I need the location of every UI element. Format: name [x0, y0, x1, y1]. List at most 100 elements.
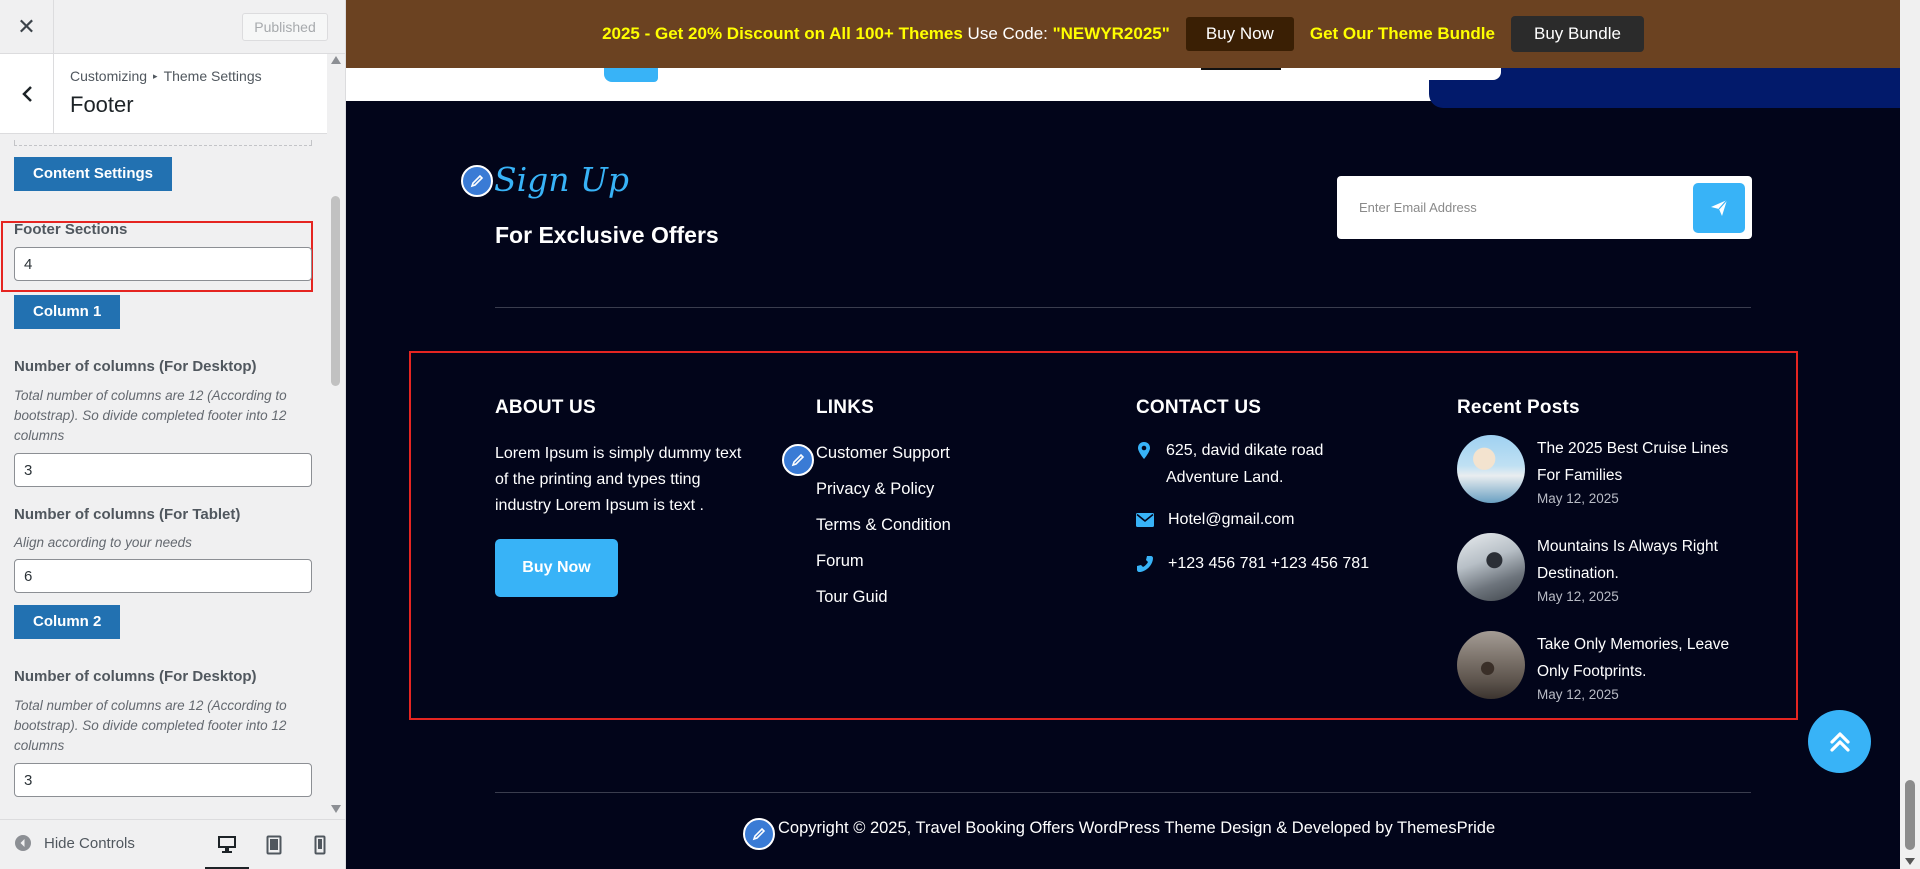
post-date: May 12, 2025: [1537, 589, 1619, 604]
post-thumbnail[interactable]: [1457, 631, 1525, 699]
desktop-columns-description: Total number of columns are 12 (Accordin…: [14, 388, 287, 443]
scrollbar-thumb[interactable]: [331, 196, 340, 386]
hide-controls-label: Hide Controls: [44, 834, 135, 852]
breadcrumb: Customizing ▸ Theme Settings: [70, 68, 262, 84]
email-input[interactable]: [1347, 186, 1687, 229]
post-title[interactable]: The 2025 Best Cruise Lines For Families: [1537, 435, 1752, 489]
post-date: May 12, 2025: [1537, 687, 1619, 702]
customizer-sidebar: ✕ Published Customizing ▸ Theme Settings F…: [0, 0, 346, 869]
promo-bar: 2025 - Get 20% Discount on All 100+ Them…: [346, 0, 1900, 68]
phone-icon: [1137, 556, 1153, 572]
scroll-up-arrow-icon[interactable]: [331, 56, 341, 64]
contact-phone[interactable]: +123 456 781 +123 456 781: [1168, 550, 1369, 577]
tablet-columns-label: Number of columns (For Tablet): [14, 506, 241, 523]
customizer-footer: Hide Controls: [0, 819, 345, 869]
close-icon[interactable]: ✕: [0, 0, 54, 53]
about-title: ABOUT US: [495, 397, 596, 418]
content-settings-button[interactable]: Content Settings: [14, 157, 172, 191]
column-2-desktop-label: Number of columns (For Desktop): [14, 668, 257, 685]
post-date: May 12, 2025: [1537, 491, 1619, 506]
copyright-text: Copyright © 2025, Travel Booking Offers …: [778, 819, 1496, 837]
footer-link[interactable]: Terms & Condition: [816, 507, 951, 543]
newsletter-form: [1337, 176, 1752, 239]
scroll-down-arrow-icon[interactable]: [331, 805, 341, 813]
scroll-down-arrow-icon[interactable]: [1905, 858, 1915, 865]
footer-sections-label: Footer Sections: [14, 221, 128, 238]
footer-link[interactable]: Privacy & Policy: [816, 471, 951, 507]
column-1-tablet-input[interactable]: [14, 559, 312, 593]
contact-address: 625, david dikate road Adventure Land.: [1166, 442, 1324, 486]
post-thumbnail[interactable]: [1457, 533, 1525, 601]
back-arrow-icon[interactable]: [0, 54, 54, 134]
promo-use-code-text: Use Code:: [962, 24, 1053, 43]
edit-pencil-icon[interactable]: [782, 444, 814, 476]
divider: [14, 140, 312, 146]
footer-link[interactable]: Customer Support: [816, 435, 951, 471]
signup-subtitle: For Exclusive Offers: [495, 222, 719, 248]
tablet-preview-icon[interactable]: [252, 820, 296, 869]
section-header: Customizing ▸ Theme Settings Footer: [0, 54, 327, 134]
post-title[interactable]: Mountains Is Always Right Destination.: [1537, 533, 1752, 587]
column-2-button[interactable]: Column 2: [14, 605, 121, 639]
footer-link[interactable]: Forum: [816, 543, 951, 579]
scrollbar-thumb[interactable]: [1905, 780, 1915, 850]
column-1-button[interactable]: Column 1: [14, 295, 121, 329]
footer-links-column: LINKS Customer Support Privacy & Policy …: [816, 397, 951, 615]
tablet-columns-description: Align according to your needs: [14, 535, 192, 550]
preview-scrollbar[interactable]: [1900, 0, 1920, 869]
breadcrumb-separator-icon: ▸: [153, 71, 158, 81]
section-title: Footer: [70, 92, 134, 117]
signup-title: Sign Up: [494, 160, 629, 199]
column-2-desktop-input[interactable]: [14, 763, 312, 797]
column-1-desktop-input[interactable]: [14, 453, 312, 487]
post-title[interactable]: Take Only Memories, Leave Only Footprint…: [1537, 631, 1752, 685]
mobile-preview-icon[interactable]: [298, 820, 342, 869]
contact-title: CONTACT US: [1136, 397, 1262, 418]
promo-code: "NEWYR2025": [1052, 24, 1170, 43]
contact-phone-row: +123 456 781 +123 456 781: [1136, 550, 1369, 577]
site-preview: 2025 - Get 20% Discount on All 100+ Them…: [346, 0, 1920, 869]
divider: [495, 307, 1751, 308]
customizer-header: ✕ Published: [0, 0, 345, 54]
send-icon[interactable]: [1693, 183, 1745, 233]
location-pin-icon: [1138, 442, 1150, 459]
header-bottom-strip: [346, 68, 1900, 108]
post-thumbnail[interactable]: [1457, 435, 1525, 503]
published-button[interactable]: Published: [242, 13, 328, 41]
about-buy-now-button[interactable]: Buy Now: [495, 539, 618, 597]
desktop-columns-label: Number of columns (For Desktop): [14, 358, 257, 375]
header-card: [346, 68, 1501, 80]
about-text: Lorem Ipsum is simply dummy text of the …: [495, 445, 742, 514]
recent-posts-title: Recent Posts: [1457, 397, 1580, 418]
edit-pencil-icon[interactable]: [743, 818, 775, 850]
contact-address-row: 625, david dikate road Adventure Land.: [1136, 437, 1369, 491]
footer-recent-posts-column: Recent Posts The 2025 Best Cruise Lines …: [1457, 397, 1752, 705]
desktop-preview-icon[interactable]: [205, 820, 249, 869]
edit-pencil-icon[interactable]: [461, 165, 493, 197]
footer-link[interactable]: Tour Guid: [816, 579, 951, 615]
recent-post-item: Take Only Memories, Leave Only Footprint…: [1457, 631, 1752, 705]
sidebar-scrollbar[interactable]: [327, 54, 345, 819]
controls-panel: Content Settings Footer Sections Column …: [0, 134, 327, 819]
footer-contact-column: CONTACT US 625, david dikate road Advent…: [1136, 397, 1369, 577]
scroll-to-top-icon[interactable]: [1808, 710, 1871, 773]
promo-buy-now-button[interactable]: Buy Now: [1185, 17, 1294, 51]
promo-highlight-text: 2025 - Get 20% Discount on All 100+ Them…: [602, 24, 963, 43]
footer-about-column: ABOUT US Lorem Ipsum is simply dummy tex…: [495, 397, 755, 597]
contact-email[interactable]: Hotel@gmail.com: [1168, 506, 1295, 533]
envelope-icon: [1136, 513, 1154, 527]
collapse-circle-icon: [15, 835, 31, 851]
breadcrumb-child: Theme Settings: [163, 68, 262, 84]
contact-email-row: Hotel@gmail.com: [1136, 506, 1369, 533]
footer-sections-input[interactable]: [14, 247, 312, 281]
links-title: LINKS: [816, 397, 874, 418]
breadcrumb-parent: Customizing: [70, 68, 148, 84]
hide-controls-button[interactable]: Hide Controls: [14, 834, 135, 852]
promo-bundle-text: Get Our Theme Bundle: [1309, 24, 1495, 43]
recent-post-item: The 2025 Best Cruise Lines For Families …: [1457, 435, 1752, 509]
divider: [495, 792, 1751, 793]
recent-post-item: Mountains Is Always Right Destination. M…: [1457, 533, 1752, 607]
decorative-line: [1201, 68, 1281, 70]
decorative-tab: [604, 68, 658, 82]
promo-buy-bundle-button[interactable]: Buy Bundle: [1510, 16, 1644, 52]
